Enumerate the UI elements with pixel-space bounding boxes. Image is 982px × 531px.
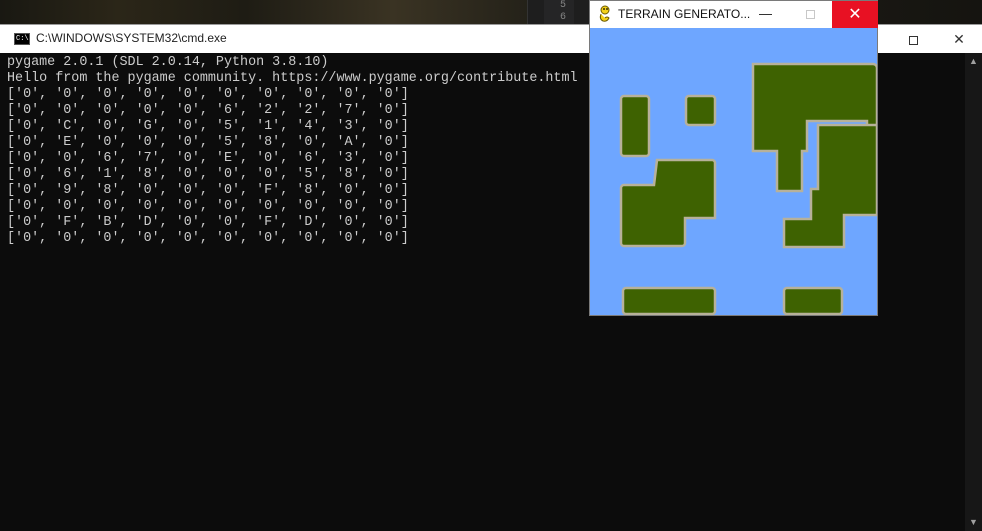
maximize-button[interactable]: [890, 25, 936, 53]
land-island-left: [619, 94, 651, 158]
land-bar-bottom-right: [782, 286, 844, 315]
vertical-scrollbar[interactable]: ▲ ▼: [965, 53, 982, 531]
terrain-map-canvas[interactable]: [590, 28, 877, 315]
line-number: 5: [559, 0, 566, 11]
scroll-track[interactable]: [966, 70, 981, 514]
pygame-window[interactable]: TERRAIN GENERATO... — ✕: [589, 0, 878, 316]
close-icon: ✕: [953, 31, 965, 47]
line-number: 6: [559, 12, 566, 23]
cmd-window-title: C:\WINDOWS\SYSTEM32\cmd.exe: [36, 31, 227, 45]
close-icon: ✕: [848, 6, 862, 23]
maximize-icon: [806, 10, 815, 20]
minimize-icon: —: [759, 6, 772, 21]
editor-line-gutter: 5 6: [544, 0, 574, 24]
minimize-button[interactable]: —: [743, 1, 788, 28]
land-island-small: [684, 94, 717, 127]
close-button[interactable]: ✕: [832, 1, 878, 28]
maximize-button[interactable]: [788, 1, 833, 28]
scroll-down-arrow-icon[interactable]: ▼: [965, 514, 982, 531]
cmd-icon: C:\: [14, 33, 30, 45]
close-button[interactable]: ✕: [936, 25, 982, 53]
pygame-window-title: TERRAIN GENERATO...: [618, 7, 751, 21]
snake-icon: [599, 5, 610, 22]
pygame-titlebar[interactable]: TERRAIN GENERATO... — ✕: [590, 1, 878, 28]
scroll-up-arrow-icon[interactable]: ▲: [965, 53, 982, 70]
land-bar-bottom-left: [621, 286, 717, 315]
maximize-icon: [908, 35, 918, 45]
